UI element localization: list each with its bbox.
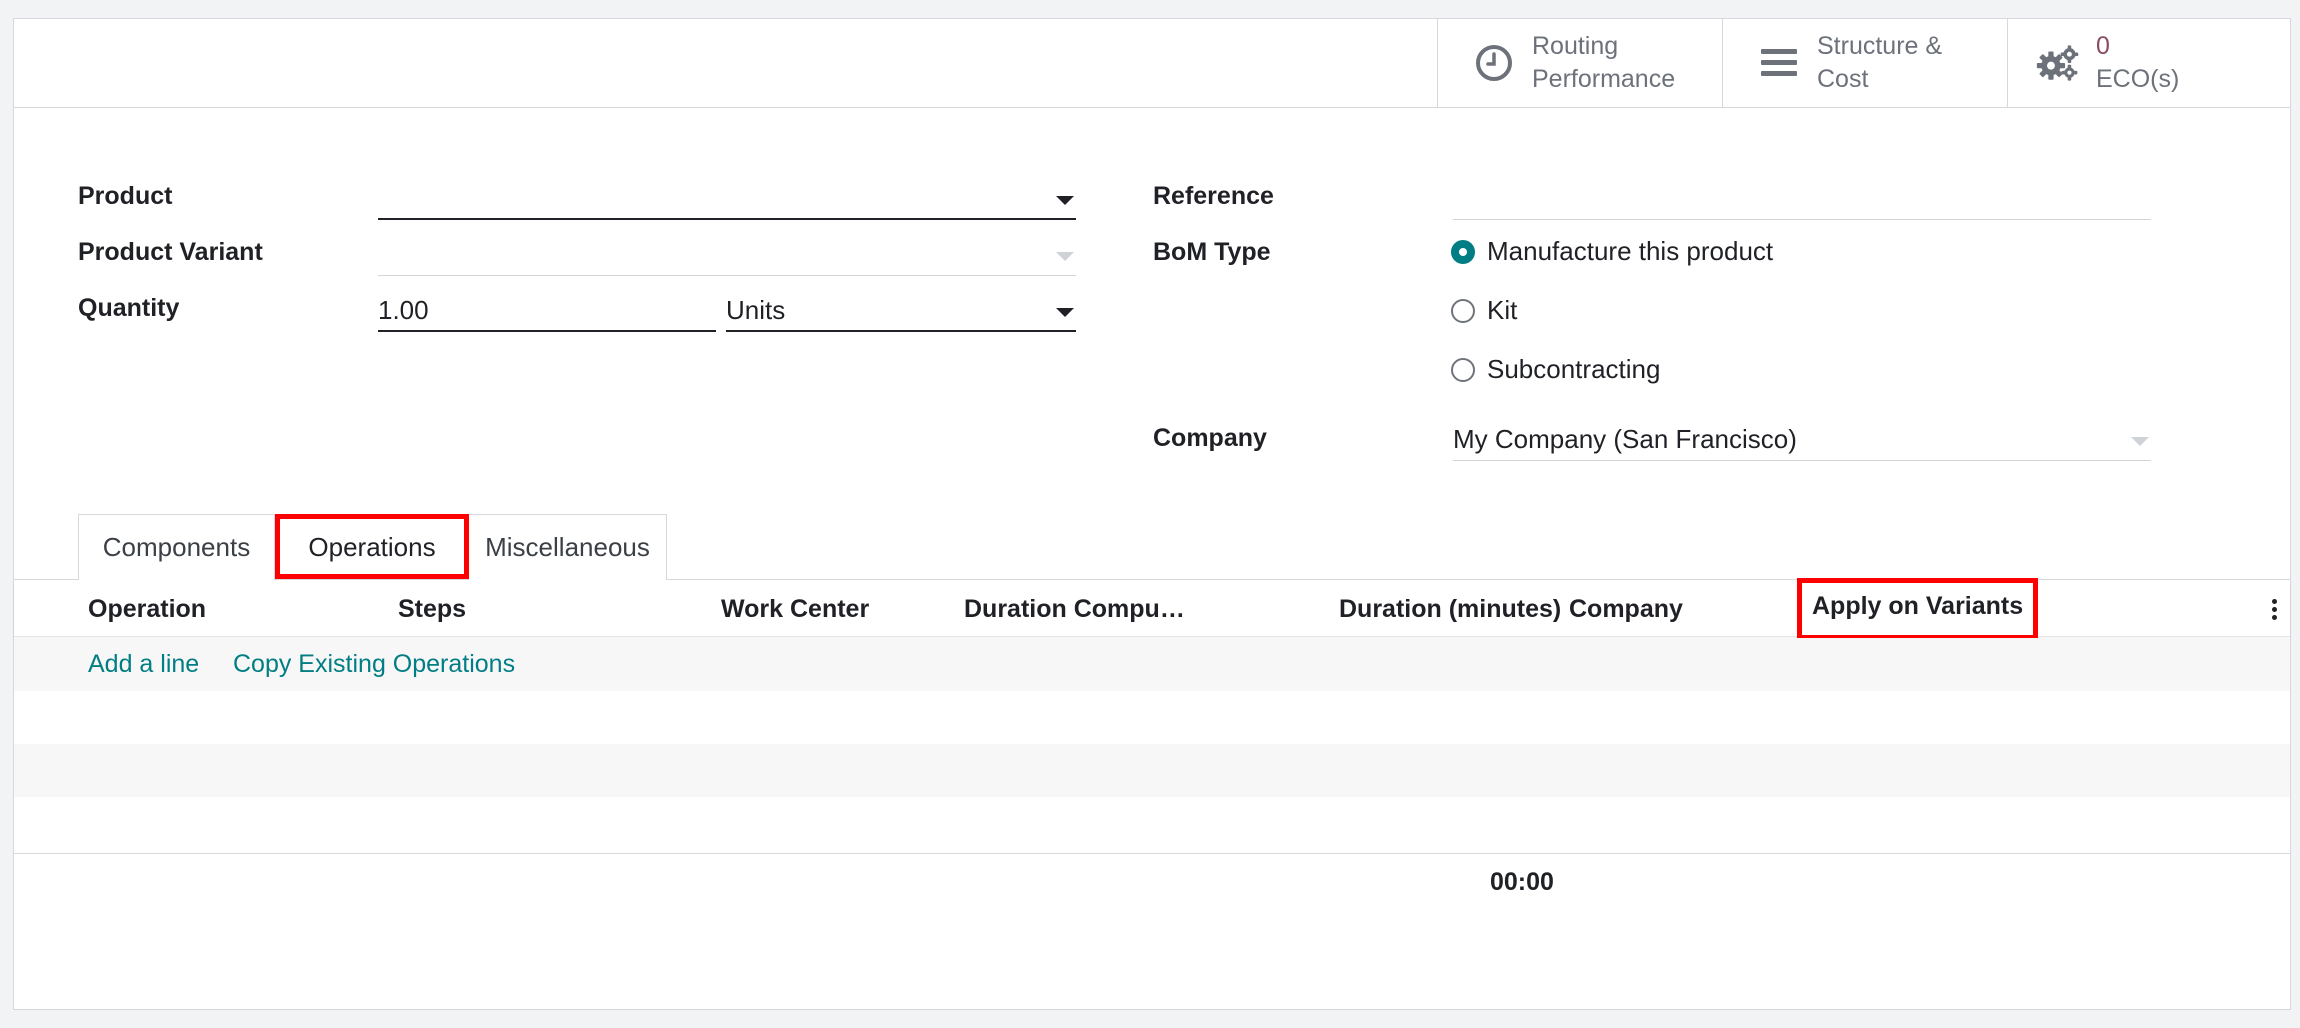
routing-performance-button[interactable]: Routing Performance — [1437, 19, 1722, 107]
company-value: My Company (San Francisco) — [1453, 424, 1797, 454]
column-duration-minutes[interactable]: Duration (minutes) — [1339, 581, 1561, 637]
bom-type-manufacture[interactable]: Manufacture this product — [1451, 236, 1773, 267]
table-row — [14, 797, 2290, 850]
structure-cost-button[interactable]: Structure & Cost — [1722, 19, 2007, 107]
table-footer: 00:00 — [14, 853, 2290, 913]
product-variant-field[interactable] — [378, 236, 1076, 276]
product-label: Product — [78, 182, 173, 210]
bars-icon — [1757, 41, 1801, 85]
company-field[interactable]: My Company (San Francisco) — [1453, 421, 2151, 461]
bom-type-subcontracting[interactable]: Subcontracting — [1451, 354, 1660, 385]
chevron-down-icon[interactable] — [2131, 437, 2149, 446]
add-line-link[interactable]: Add a line — [88, 638, 199, 691]
tab-components[interactable]: Components — [78, 514, 275, 580]
eco-label: ECO(s) — [2096, 65, 2180, 93]
product-variant-label: Product Variant — [78, 238, 263, 266]
uom-value: Units — [726, 295, 786, 325]
company-label: Company — [1153, 424, 1267, 452]
chevron-down-icon[interactable] — [1056, 252, 1074, 261]
tab-operations[interactable]: Operations — [275, 514, 469, 579]
chevron-down-icon[interactable] — [1056, 196, 1074, 205]
column-apply-on-variants[interactable]: Apply on Variants — [1797, 578, 2039, 640]
product-field[interactable] — [378, 180, 1076, 220]
optional-columns-icon[interactable] — [2272, 599, 2278, 621]
tab-miscellaneous[interactable]: Miscellaneous — [469, 514, 667, 580]
table-row — [14, 744, 2290, 797]
column-steps[interactable]: Steps — [398, 581, 466, 637]
bom-type-kit[interactable]: Kit — [1451, 295, 1517, 326]
radio-unchecked-icon[interactable] — [1451, 357, 1475, 382]
bom-type-option-label: Kit — [1487, 295, 1518, 325]
quantity-label: Quantity — [78, 294, 180, 322]
eco-count: 0 — [2096, 32, 2110, 60]
clock-icon — [1472, 41, 1516, 85]
table-row — [14, 691, 2290, 744]
notebook-tabs: Components Operations Miscellaneous — [14, 514, 2290, 580]
column-company[interactable]: Company — [1569, 581, 1683, 637]
quantity-value: 1.00 — [378, 295, 429, 325]
reference-field[interactable] — [1453, 180, 2151, 220]
structure-label-line2: Cost — [1817, 65, 1869, 93]
form-sheet: Routing Performance Structure & Cost 0 E… — [13, 18, 2291, 1010]
bom-type-label: BoM Type — [1153, 238, 1271, 266]
routing-label-line2: Performance — [1532, 65, 1676, 93]
button-box: Routing Performance Structure & Cost 0 E… — [14, 19, 2290, 108]
bom-type-option-label: Subcontracting — [1487, 354, 1661, 384]
column-work-center[interactable]: Work Center — [721, 581, 869, 637]
uom-field[interactable]: Units — [726, 292, 1076, 332]
total-duration: 00:00 — [1490, 868, 1554, 896]
table-row: Add a line Copy Existing Operations — [14, 638, 2290, 691]
routing-label-line1: Routing — [1532, 32, 1619, 60]
radio-unchecked-icon[interactable] — [1451, 298, 1475, 323]
column-operation[interactable]: Operation — [88, 581, 206, 637]
radio-checked-icon[interactable] — [1451, 239, 1475, 264]
gears-icon — [2036, 41, 2080, 85]
bom-type-option-label: Manufacture this product — [1487, 236, 1774, 266]
copy-existing-operations-link[interactable]: Copy Existing Operations — [233, 638, 515, 691]
quantity-field[interactable]: 1.00 — [378, 292, 716, 332]
reference-label: Reference — [1153, 182, 1274, 210]
column-duration-computation[interactable]: Duration Compu… — [964, 581, 1185, 637]
operations-table-header: Operation Steps Work Center Duration Com… — [14, 578, 2290, 640]
eco-button[interactable]: 0 ECO(s) — [2007, 19, 2292, 107]
structure-label-line1: Structure & — [1817, 32, 1943, 60]
chevron-down-icon[interactable] — [1056, 308, 1074, 317]
